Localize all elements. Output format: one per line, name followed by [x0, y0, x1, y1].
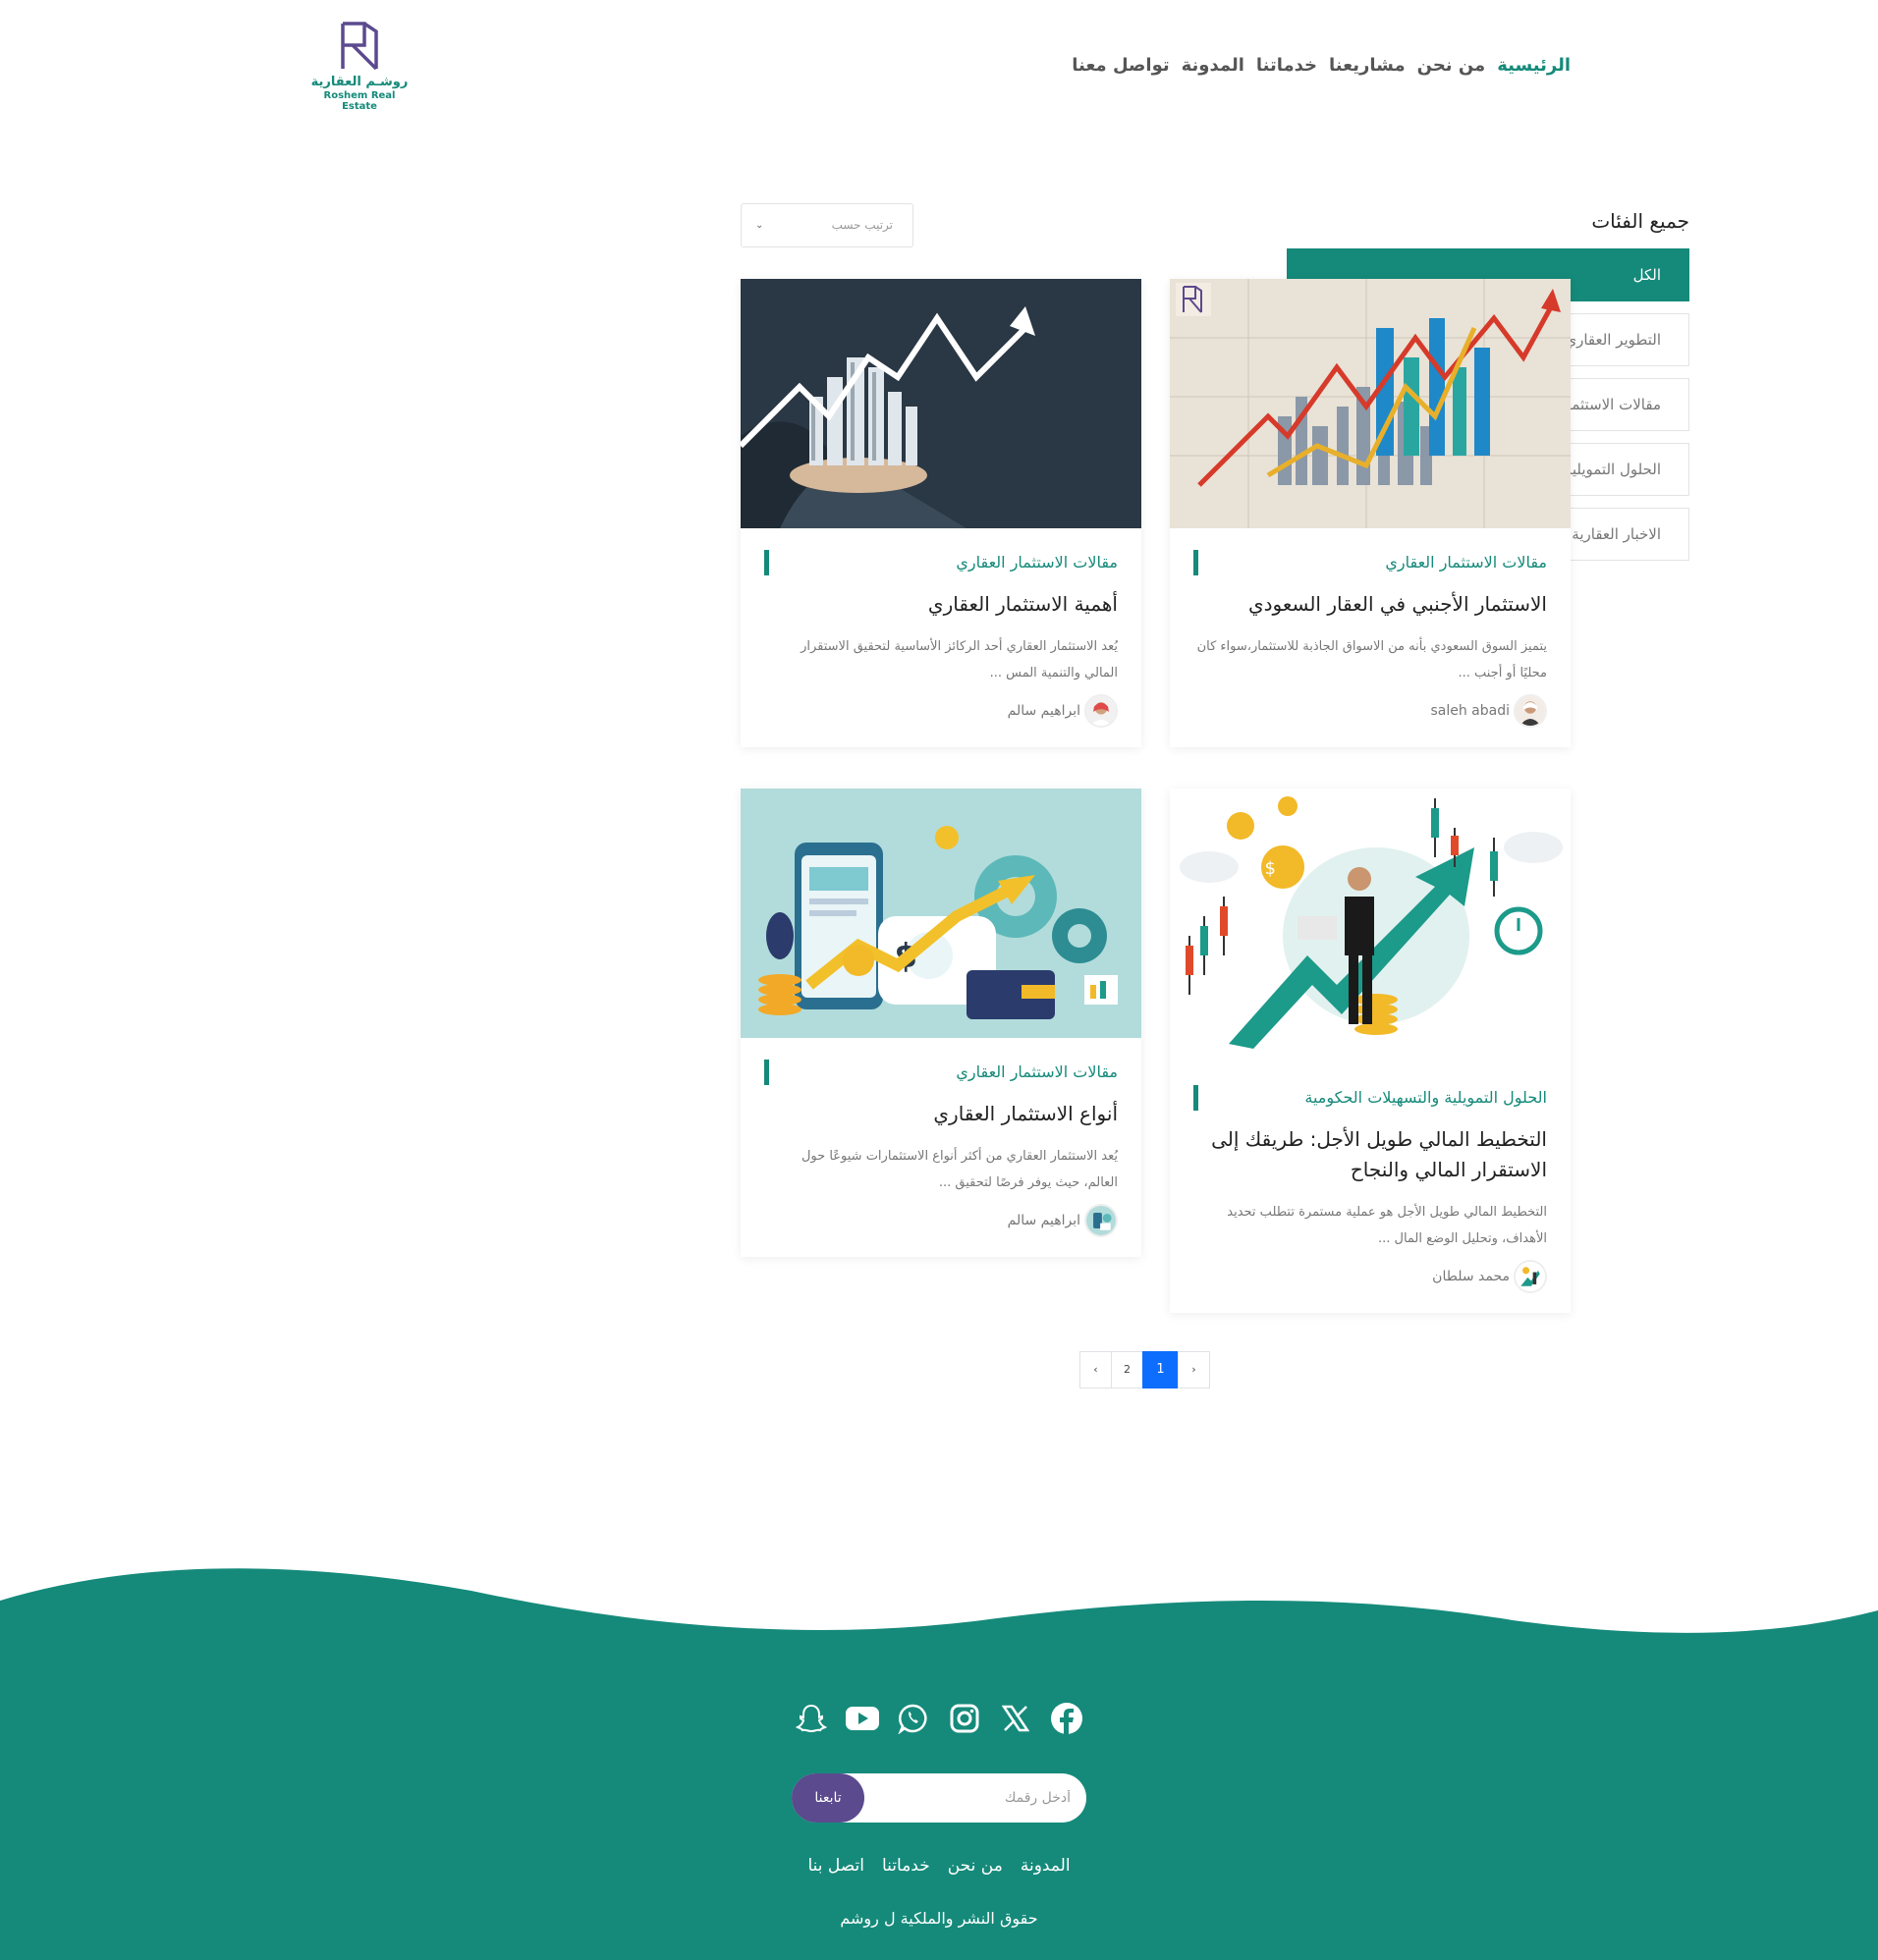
pagination-page-1[interactable]: 1 — [1142, 1351, 1179, 1388]
site-footer: تابعنا المدونة من نحن خدماتنا اتصل بنا ح… — [0, 1561, 1878, 1960]
phone-input[interactable] — [874, 1773, 1071, 1823]
nav-item-services[interactable]: خدماتنا — [1256, 55, 1317, 76]
sort-select-value: ترتيب حسب — [831, 218, 893, 232]
post-thumbnail-image[interactable]: $ — [741, 789, 1141, 1038]
pagination-page-2[interactable]: 2 — [1111, 1351, 1143, 1388]
whatsapp-icon[interactable] — [896, 1701, 931, 1736]
newsletter-form: تابعنا — [792, 1773, 1086, 1823]
post-title[interactable]: أنواع الاستثمار العقاري — [764, 1099, 1118, 1129]
category-divider — [1196, 550, 1198, 575]
follow-button[interactable]: تابعنا — [792, 1773, 864, 1823]
post-thumbnail-image[interactable] — [1170, 279, 1571, 528]
post-excerpt: يُعد الاستثمار العقاري من أكثر أنواع الا… — [801, 1149, 1118, 1190]
post-card[interactable]: $ الحلول التمويلية والتسهيلات الحكومية ا… — [1170, 789, 1571, 1313]
social-links — [794, 1701, 1084, 1736]
svg-text:$: $ — [1265, 858, 1276, 879]
pagination-next-button[interactable]: › — [1178, 1351, 1210, 1388]
logo-mark-icon — [341, 22, 378, 71]
logo-arabic-text: روشـم العقارية — [310, 75, 409, 89]
author-name: saleh abadi — [1430, 703, 1510, 719]
post-title[interactable]: التخطيط المالي طويل الأجل: طريقك إلى الا… — [1193, 1124, 1547, 1185]
footer-link-services[interactable]: خدماتنا — [882, 1856, 930, 1876]
category-divider — [1196, 1085, 1198, 1111]
author-name: ابراهيم سالم — [1007, 703, 1080, 719]
author-avatar — [1514, 1260, 1547, 1293]
snapchat-icon[interactable] — [794, 1701, 829, 1736]
post-author: saleh abadi — [1193, 694, 1547, 728]
footer-link-contact[interactable]: اتصل بنا — [807, 1856, 864, 1876]
post-card[interactable]: مقالات الاستثمار العقاري أهمية الاستثمار… — [741, 279, 1141, 747]
logo-english-text: Roshem Real Estate — [323, 90, 396, 112]
post-category-text: مقالات الاستثمار العقاري — [956, 1062, 1118, 1081]
site-header: روشـم العقارية Roshem Real Estate الرئيس… — [0, 0, 1878, 137]
post-category[interactable]: مقالات الاستثمار العقاري — [764, 550, 1118, 575]
pagination-prev-button[interactable]: ‹ — [1079, 1351, 1112, 1388]
post-category[interactable]: مقالات الاستثمار العقاري — [1193, 550, 1547, 575]
post-author: ابراهيم سالم — [764, 694, 1118, 728]
post-category-text: مقالات الاستثمار العقاري — [1385, 553, 1547, 572]
post-thumbnail-image[interactable] — [741, 279, 1141, 528]
author-avatar — [1084, 1204, 1118, 1237]
post-thumbnail-image[interactable]: $ — [1170, 789, 1571, 1063]
post-category-text: الحلول التمويلية والتسهيلات الحكومية — [1304, 1088, 1547, 1107]
author-name: محمد سلطان — [1432, 1269, 1510, 1284]
footer-link-about[interactable]: من نحن — [948, 1856, 1003, 1876]
author-name: ابراهيم سالم — [1007, 1213, 1080, 1228]
post-author: محمد سلطان — [1193, 1260, 1547, 1293]
chevron-down-icon: ⌄ — [755, 220, 764, 231]
post-excerpt: يتميز السوق السعودي بأنه من الاسواق الجا… — [1196, 639, 1547, 681]
author-avatar — [1514, 694, 1547, 728]
footer-links: المدونة من نحن خدماتنا اتصل بنا — [794, 1856, 1084, 1876]
sidebar-title: جميع الفئات — [1591, 209, 1689, 233]
copyright-text: حقوق النشر والملكية ل روشم — [840, 1909, 1038, 1928]
post-category[interactable]: مقالات الاستثمار العقاري — [764, 1060, 1118, 1085]
nav-item-projects[interactable]: مشاريعنا — [1329, 55, 1406, 76]
youtube-icon[interactable] — [845, 1701, 880, 1736]
nav-item-contact[interactable]: تواصل معنا — [1072, 55, 1169, 76]
site-logo[interactable]: روشـم العقارية Roshem Real Estate — [306, 20, 413, 114]
instagram-icon[interactable] — [947, 1701, 982, 1736]
post-author: ابراهيم سالم — [764, 1204, 1118, 1237]
nav-item-blog[interactable]: المدونة — [1182, 55, 1244, 76]
post-excerpt: التخطيط المالي طويل الأجل هو عملية مستمر… — [1227, 1205, 1547, 1246]
facebook-icon[interactable] — [1049, 1701, 1084, 1736]
post-excerpt: يُعد الاستثمار العقاري أحد الركائز الأسا… — [801, 639, 1118, 681]
x-icon[interactable] — [998, 1701, 1033, 1736]
main-nav: الرئيسية من نحن مشاريعنا خدماتنا المدونة… — [1072, 55, 1571, 76]
post-card[interactable]: $ مقالات الاستثمار العقاري أنواع الاستثم… — [741, 789, 1141, 1257]
category-divider — [767, 1060, 769, 1085]
pagination: ‹ 2 1 › — [1079, 1351, 1210, 1388]
post-category[interactable]: الحلول التمويلية والتسهيلات الحكومية — [1193, 1085, 1547, 1111]
footer-link-blog[interactable]: المدونة — [1021, 1856, 1071, 1876]
category-divider — [767, 550, 769, 575]
post-title[interactable]: أهمية الاستثمار العقاري — [764, 589, 1118, 620]
author-avatar — [1084, 694, 1118, 728]
sort-select[interactable]: ترتيب حسب ⌄ — [741, 203, 913, 247]
nav-item-about[interactable]: من نحن — [1417, 55, 1486, 76]
post-title[interactable]: الاستثمار الأجنبي في العقار السعودي — [1193, 589, 1547, 620]
post-card[interactable]: مقالات الاستثمار العقاري الاستثمار الأجن… — [1170, 279, 1571, 747]
post-category-text: مقالات الاستثمار العقاري — [956, 553, 1118, 572]
nav-item-home[interactable]: الرئيسية — [1497, 55, 1571, 76]
